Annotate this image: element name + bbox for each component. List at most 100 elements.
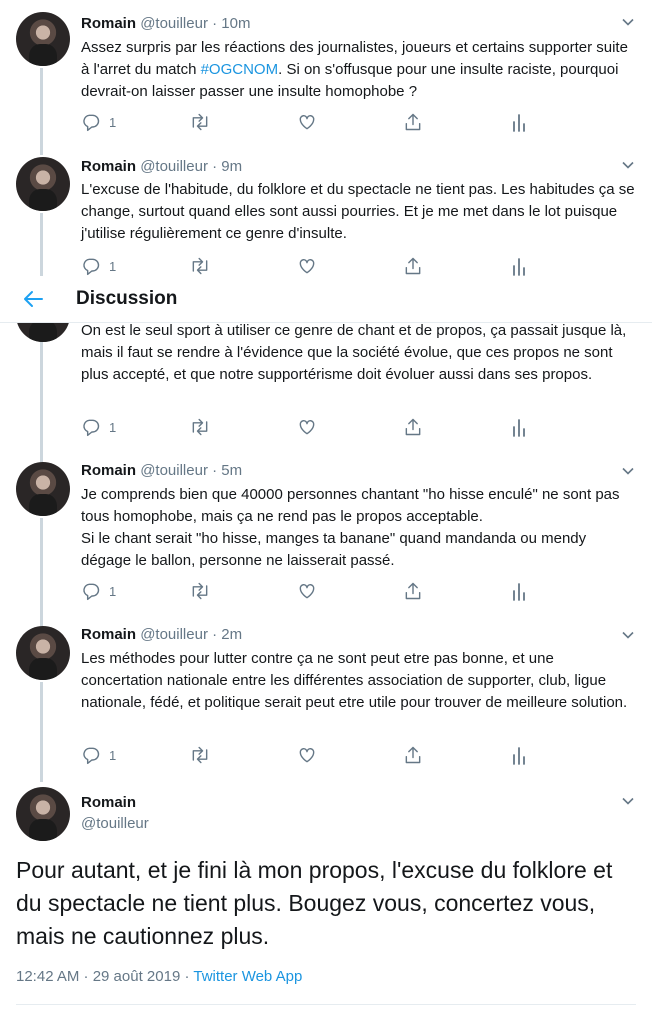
- chevron-down-icon[interactable]: [620, 627, 636, 643]
- tweet-3[interactable]: On est le seul sport à utiliser ce genre…: [0, 322, 652, 458]
- like-button[interactable]: [297, 744, 317, 766]
- retweet-icon: [192, 113, 208, 131]
- avatar[interactable]: [16, 462, 70, 516]
- reply-button[interactable]: 1: [81, 111, 116, 133]
- discussion-header: Discussion: [0, 276, 652, 323]
- share-button[interactable]: [403, 111, 423, 133]
- tweet-5[interactable]: Romain @touilleur · 2m Les méthodes pour…: [0, 622, 652, 786]
- reply-icon: [83, 747, 100, 765]
- thread-line: [40, 68, 43, 148]
- tweet-header: Romain @touilleur · 5m: [81, 461, 242, 481]
- reply-button[interactable]: 1: [81, 580, 116, 602]
- tweet-2[interactable]: Romain @touilleur · 9m L'excuse de l'hab…: [0, 145, 652, 276]
- retweet-button[interactable]: [189, 416, 211, 438]
- separator-dot: ·: [207, 462, 222, 479]
- analytics-button[interactable]: [511, 416, 527, 438]
- reply-button[interactable]: 1: [81, 255, 116, 276]
- tweet-header: Romain @touilleur · 9m: [81, 157, 242, 177]
- tweet-header: Romain @touilleur · 2m: [81, 625, 242, 645]
- reply-count: 1: [109, 583, 117, 599]
- like-button[interactable]: [297, 111, 317, 133]
- chevron-down-icon[interactable]: [620, 463, 636, 479]
- share-button[interactable]: [403, 744, 423, 766]
- reply-icon: [83, 114, 100, 132]
- author-name[interactable]: Romain: [81, 626, 136, 643]
- thread-line: [40, 213, 43, 276]
- share-icon: [405, 582, 421, 600]
- retweet-button[interactable]: [189, 744, 211, 766]
- retweet-button[interactable]: [189, 580, 211, 602]
- chevron-down-icon[interactable]: [620, 14, 636, 30]
- arrow-left-icon[interactable]: [22, 289, 44, 309]
- retweet-button[interactable]: [189, 255, 211, 276]
- like-button[interactable]: [297, 580, 317, 602]
- author-handle[interactable]: @touilleur: [140, 15, 208, 32]
- author-handle[interactable]: @touilleur: [140, 462, 208, 479]
- author-handle[interactable]: @touilleur: [140, 626, 208, 643]
- tweet-actions: 1: [81, 111, 551, 133]
- tweet-timestamp[interactable]: 12:42 AM · 29 août 2019 ·: [16, 968, 193, 985]
- retweet-icon: [192, 746, 208, 764]
- avatar[interactable]: [16, 322, 70, 342]
- tweet-actions: 1: [81, 255, 551, 276]
- author-name[interactable]: Romain: [81, 158, 136, 175]
- tweet-time[interactable]: 2m: [221, 626, 242, 643]
- share-button[interactable]: [403, 255, 423, 276]
- like-icon: [299, 420, 315, 435]
- avatar[interactable]: [16, 157, 70, 211]
- avatar[interactable]: [16, 787, 70, 841]
- share-button[interactable]: [403, 416, 423, 438]
- reply-button[interactable]: 1: [81, 744, 116, 766]
- author-handle[interactable]: @touilleur: [140, 158, 208, 175]
- hashtag-link[interactable]: #OGCNOM: [201, 61, 279, 78]
- main-tweet-text: Pour autant, et je fini là mon propos, l…: [16, 857, 613, 949]
- author-name[interactable]: Romain: [81, 462, 136, 479]
- tweet-time[interactable]: 9m: [221, 158, 242, 175]
- like-icon: [299, 259, 315, 274]
- retweet-icon: [192, 257, 208, 275]
- tweet-time[interactable]: 5m: [221, 462, 242, 479]
- author-handle[interactable]: @touilleur: [81, 815, 149, 832]
- tweet-4[interactable]: Romain @touilleur · 5m Je comprends bien…: [0, 458, 652, 622]
- reply-icon: [83, 419, 100, 437]
- thread-line: [40, 342, 43, 458]
- separator-dot: ·: [207, 626, 222, 643]
- reply-button[interactable]: 1: [81, 416, 116, 438]
- tweet-text: L'excuse de l'habitude, du folklore et d…: [81, 181, 635, 242]
- tweet-actions: 1: [81, 744, 551, 766]
- author-name[interactable]: Romain: [81, 794, 136, 811]
- analytics-button[interactable]: [511, 255, 527, 276]
- thread-line: [40, 682, 43, 782]
- separator-dot: ·: [207, 15, 222, 32]
- tweet-actions: 1: [81, 416, 551, 438]
- analytics-button[interactable]: [511, 744, 527, 766]
- analytics-button[interactable]: [511, 580, 527, 602]
- tweet-text: Je comprends bien que 40000 personnes ch…: [81, 486, 620, 569]
- analytics-icon: [513, 419, 525, 437]
- thread-line: [40, 518, 43, 622]
- share-icon: [405, 746, 421, 764]
- separator-dot: ·: [207, 158, 222, 175]
- like-button[interactable]: [297, 255, 317, 276]
- retweet-button[interactable]: [189, 111, 211, 133]
- source-link[interactable]: Twitter Web App: [193, 968, 302, 985]
- share-icon: [405, 257, 421, 275]
- share-button[interactable]: [403, 580, 423, 602]
- chevron-down-icon[interactable]: [620, 793, 636, 809]
- share-icon: [405, 113, 421, 131]
- retweet-icon: [192, 418, 208, 436]
- analytics-button[interactable]: [511, 111, 527, 133]
- avatar[interactable]: [16, 626, 70, 680]
- tweet-text: Les méthodes pour lutter contre ça ne so…: [81, 650, 628, 711]
- tweet-time[interactable]: 10m: [221, 15, 250, 32]
- divider: [16, 1004, 636, 1005]
- analytics-icon: [513, 258, 525, 276]
- avatar[interactable]: [16, 12, 70, 66]
- tweet-1[interactable]: Romain @touilleur · 10m Assez surpris pa…: [0, 0, 652, 148]
- author-name[interactable]: Romain: [81, 15, 136, 32]
- share-icon: [405, 418, 421, 436]
- chevron-down-icon[interactable]: [620, 157, 636, 173]
- like-button[interactable]: [297, 416, 317, 438]
- reply-count: 1: [109, 258, 117, 274]
- tweet-header: Romain @touilleur · 10m: [81, 14, 250, 34]
